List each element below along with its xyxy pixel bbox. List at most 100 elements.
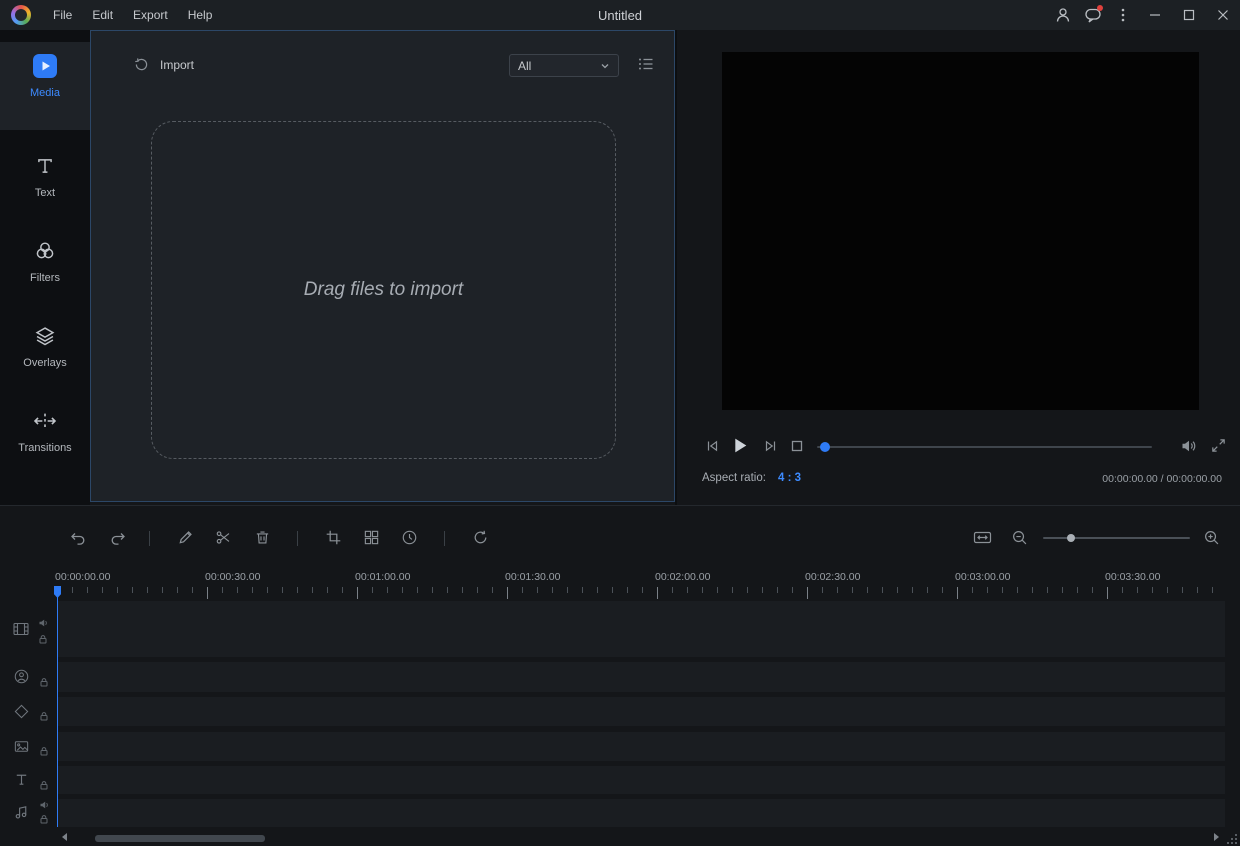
seek-slider[interactable] xyxy=(817,442,1152,452)
next-frame-button[interactable] xyxy=(763,438,779,454)
mute-icon[interactable] xyxy=(39,800,49,810)
mosaic-icon xyxy=(364,530,379,545)
undo-icon xyxy=(71,533,85,545)
media-filter-value: All xyxy=(518,58,532,73)
sidebar-item-transitions[interactable]: Transitions xyxy=(0,397,90,454)
stop-button[interactable] xyxy=(789,438,805,454)
video-preview xyxy=(722,52,1199,410)
edit-button[interactable] xyxy=(177,529,194,546)
text-track-icon[interactable] xyxy=(13,771,30,788)
ruler-label: 00:00:30.00 xyxy=(205,571,261,583)
scroll-left-icon xyxy=(62,833,67,841)
delete-button[interactable] xyxy=(254,529,271,546)
prev-frame-button[interactable] xyxy=(704,438,720,454)
pip-track-icon[interactable] xyxy=(13,668,30,685)
timeline-ruler[interactable] xyxy=(57,587,1225,600)
stop-icon xyxy=(791,440,803,452)
close-button[interactable] xyxy=(1206,0,1240,30)
list-view-button[interactable] xyxy=(637,55,655,73)
lock-icon[interactable] xyxy=(39,711,49,721)
fullscreen-button[interactable] xyxy=(1210,437,1227,454)
feedback-button[interactable] xyxy=(1078,0,1108,30)
aspect-ratio-value[interactable]: 4 : 3 xyxy=(778,472,801,484)
sidebar-item-filters[interactable]: Filters xyxy=(0,227,90,284)
import-button[interactable]: Import xyxy=(133,56,194,73)
sidebar: Media Text Filters Overlays Transitions xyxy=(0,30,90,505)
split-button[interactable] xyxy=(215,529,232,546)
playback-controls xyxy=(677,432,1240,462)
resize-grip[interactable] xyxy=(1226,833,1238,845)
fullscreen-icon xyxy=(1212,439,1225,452)
zoom-slider[interactable] xyxy=(1043,534,1190,542)
menu-item-edit[interactable]: Edit xyxy=(82,0,123,30)
overlay-track-icon[interactable] xyxy=(13,703,30,720)
menu-item-help[interactable]: Help xyxy=(178,0,223,30)
account-button[interactable] xyxy=(1048,0,1078,30)
duration-button[interactable] xyxy=(401,529,418,546)
menu-item-export[interactable]: Export xyxy=(123,0,178,30)
toolbar-divider xyxy=(444,531,445,546)
track-row-audio[interactable] xyxy=(57,799,1225,827)
toolbar-divider xyxy=(149,531,150,546)
zoom-slider-thumb[interactable] xyxy=(1067,534,1075,542)
zoom-out-icon xyxy=(1013,531,1027,545)
toolbar-divider xyxy=(297,531,298,546)
scroll-left-button[interactable] xyxy=(60,832,69,842)
window-title: Untitled xyxy=(597,7,643,23)
ruler-label: 00:02:00.00 xyxy=(655,571,711,583)
mute-icon[interactable] xyxy=(38,618,48,628)
play-button[interactable] xyxy=(729,435,750,456)
volume-button[interactable] xyxy=(1180,437,1198,455)
sidebar-item-text[interactable]: Text xyxy=(0,142,90,199)
maximize-button[interactable] xyxy=(1172,0,1206,30)
minimize-button[interactable] xyxy=(1138,0,1172,30)
sidebar-item-label: Transitions xyxy=(18,442,72,454)
sidebar-item-media[interactable]: Media xyxy=(0,42,90,130)
sidebar-item-overlays[interactable]: Overlays xyxy=(0,312,90,369)
rotate-button[interactable] xyxy=(472,529,489,546)
zoom-in-button[interactable] xyxy=(1203,529,1220,546)
seek-thumb[interactable] xyxy=(820,442,830,452)
aspect-ratio-row: Aspect ratio: 4 : 3 00:00:00.00 / 00:00:… xyxy=(677,470,1240,490)
media-filter-dropdown[interactable]: All xyxy=(509,54,619,77)
lock-icon[interactable] xyxy=(39,677,49,687)
undo-button[interactable] xyxy=(69,529,87,547)
track-row-overlay[interactable] xyxy=(57,697,1225,726)
close-icon xyxy=(1218,10,1228,20)
ruler-label: 00:00:00.00 xyxy=(55,571,111,583)
person-icon xyxy=(1056,8,1070,22)
ruler-label: 00:02:30.00 xyxy=(805,571,861,583)
zoom-out-button[interactable] xyxy=(1011,529,1028,546)
drop-zone[interactable]: Drag files to import xyxy=(151,121,616,459)
pencil-icon xyxy=(179,531,192,544)
sidebar-item-label: Media xyxy=(30,87,60,99)
track-row-video[interactable] xyxy=(57,601,1225,657)
lock-icon[interactable] xyxy=(39,780,49,790)
list-view-icon xyxy=(639,58,653,70)
more-menu-button[interactable] xyxy=(1108,0,1138,30)
scroll-right-button[interactable] xyxy=(1212,832,1221,842)
prev-frame-icon xyxy=(707,440,718,452)
track-row-text[interactable] xyxy=(57,766,1225,794)
drop-zone-hint: Drag files to import xyxy=(303,279,464,300)
ruler-label: 00:01:00.00 xyxy=(355,571,411,583)
menu-item-file[interactable]: File xyxy=(43,0,82,30)
clock-icon xyxy=(402,530,417,545)
image-track-icon[interactable] xyxy=(13,738,30,755)
aspect-ratio-label: Aspect ratio: xyxy=(702,472,766,484)
lock-icon[interactable] xyxy=(39,746,49,756)
lock-icon[interactable] xyxy=(38,634,48,644)
media-icon xyxy=(32,52,58,80)
rotate-icon xyxy=(474,530,487,544)
fit-timeline-button[interactable] xyxy=(973,529,992,546)
transitions-icon xyxy=(33,407,57,435)
horizontal-scrollbar-thumb[interactable] xyxy=(95,835,265,842)
lock-icon[interactable] xyxy=(39,814,49,824)
redo-button[interactable] xyxy=(109,529,127,547)
crop-button[interactable] xyxy=(325,529,342,546)
audio-track-icon[interactable] xyxy=(13,804,30,821)
track-row-pip[interactable] xyxy=(57,662,1225,692)
video-track-icon[interactable] xyxy=(12,620,30,638)
mosaic-button[interactable] xyxy=(363,529,380,546)
track-row-image[interactable] xyxy=(57,732,1225,761)
